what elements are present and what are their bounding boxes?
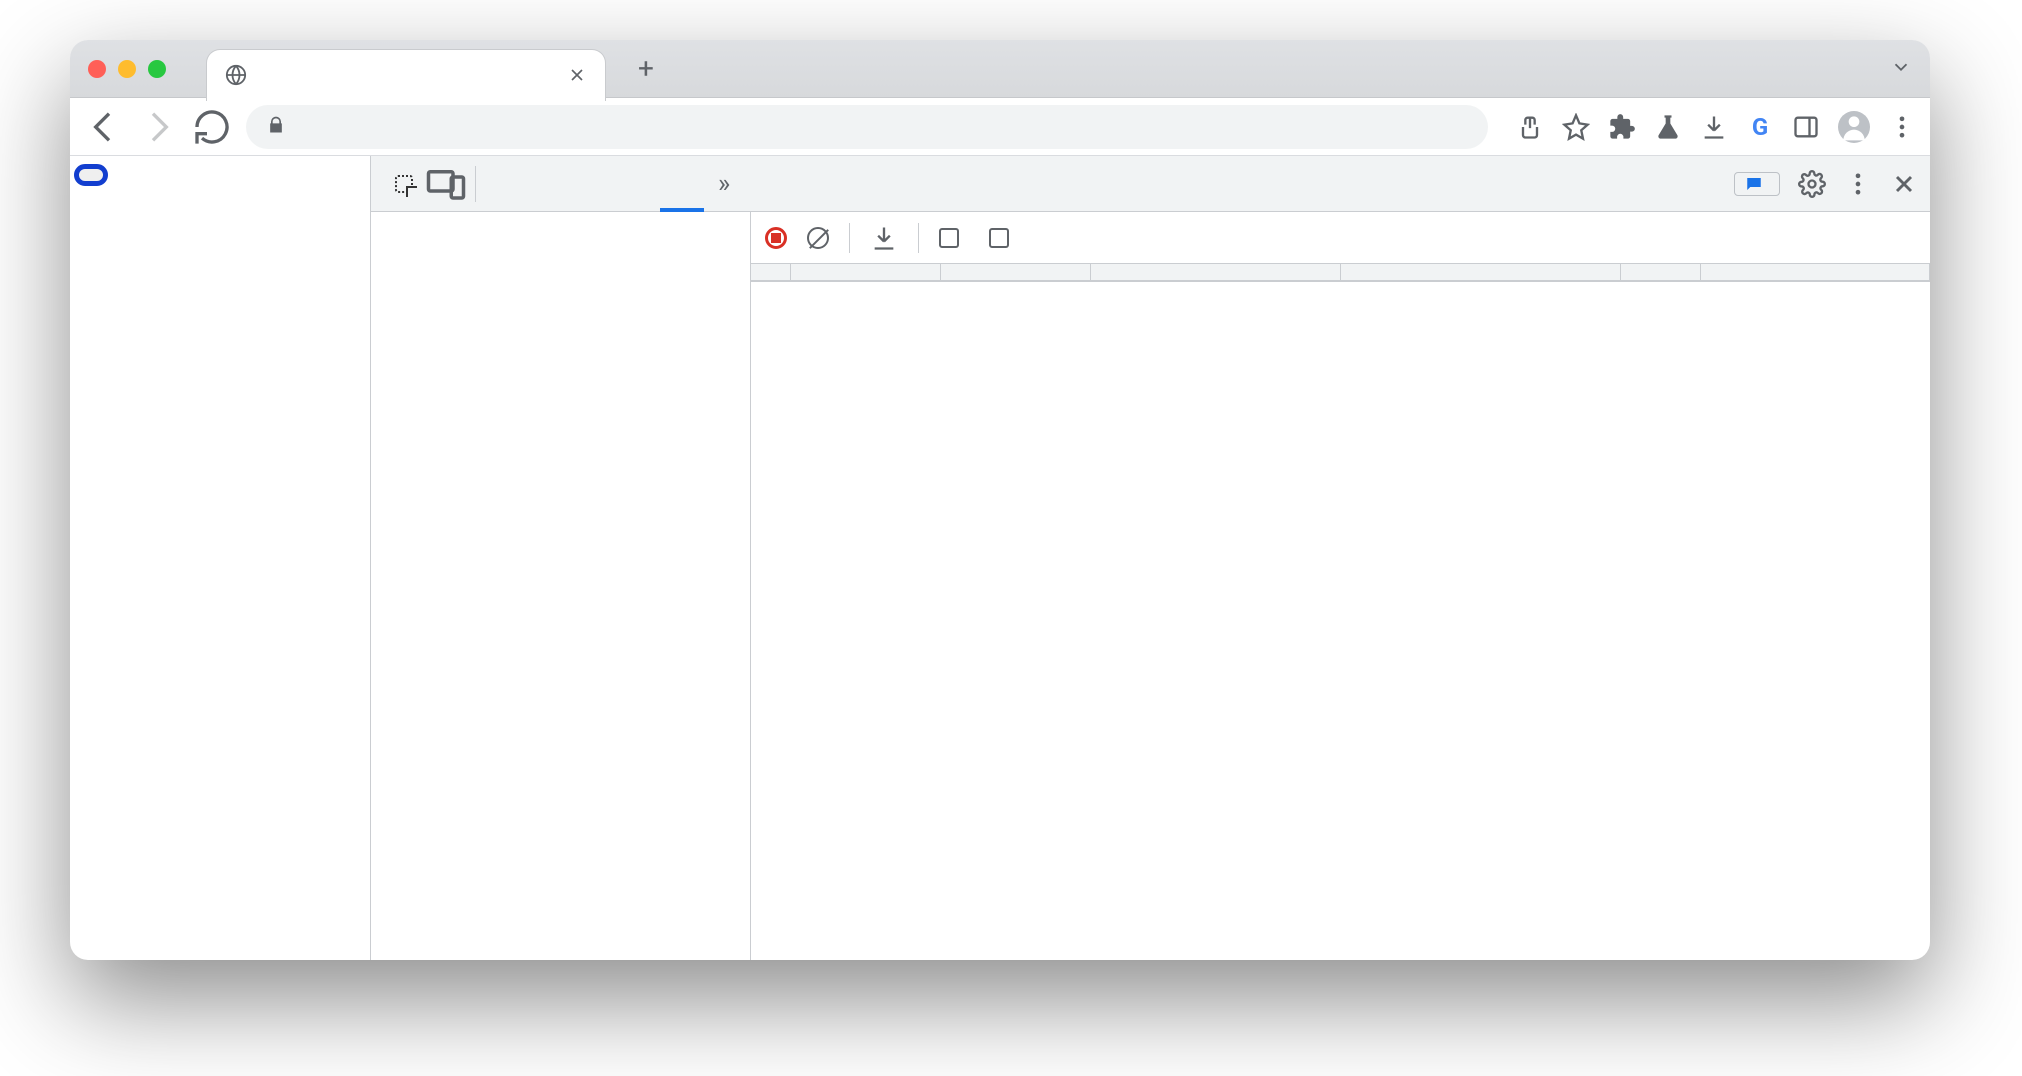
profile-avatar[interactable]: [1838, 111, 1870, 143]
tabs-dropdown-icon[interactable]: [1890, 56, 1912, 82]
close-window-button[interactable]: [88, 60, 106, 78]
col-storage-key[interactable]: [1341, 264, 1621, 280]
titlebar: +: [70, 40, 1930, 98]
issues-badge[interactable]: [1734, 172, 1780, 196]
kebab-menu-icon[interactable]: [1888, 113, 1916, 141]
lock-icon: [266, 115, 286, 139]
google-icon[interactable]: G: [1746, 113, 1774, 141]
tab-application[interactable]: [660, 156, 704, 212]
sidepanel-icon[interactable]: [1792, 113, 1820, 141]
events-pane: [751, 212, 1930, 960]
devtools-menu-icon[interactable]: [1844, 170, 1872, 198]
address-bar: G: [70, 98, 1930, 156]
download-icon[interactable]: [1700, 113, 1728, 141]
settings-icon[interactable]: [1798, 170, 1826, 198]
reload-button[interactable]: [192, 107, 232, 147]
browser-tab[interactable]: [206, 49, 606, 101]
application-sidebar: [371, 212, 751, 960]
close-devtools-icon[interactable]: [1890, 170, 1918, 198]
content-row: »: [70, 156, 1930, 960]
events-toolbar: [751, 212, 1930, 264]
record-button[interactable]: [765, 227, 787, 249]
save-icon[interactable]: [870, 224, 898, 252]
tab-sources[interactable]: [572, 156, 616, 212]
back-button[interactable]: [84, 107, 124, 147]
devtools-body: [371, 212, 1930, 960]
share-icon[interactable]: [1516, 113, 1544, 141]
inspect-icon[interactable]: [383, 163, 425, 205]
progress-text: [76, 203, 364, 291]
forward-button[interactable]: [138, 107, 178, 147]
omnibox[interactable]: [246, 105, 1488, 149]
flask-icon[interactable]: [1654, 113, 1682, 141]
tab-console[interactable]: [528, 156, 572, 212]
minimize-window-button[interactable]: [118, 60, 136, 78]
page-content: [70, 156, 370, 960]
col-event[interactable]: [941, 264, 1091, 280]
browser-window: + G: [70, 40, 1930, 960]
store-assets-button[interactable]: [74, 164, 108, 186]
divider: [849, 223, 850, 253]
divider: [918, 223, 919, 253]
col-index[interactable]: [751, 264, 791, 280]
maximize-window-button[interactable]: [148, 60, 166, 78]
new-tab-button[interactable]: +: [628, 51, 664, 87]
clear-button[interactable]: [807, 227, 829, 249]
extensions-icon[interactable]: [1608, 113, 1636, 141]
star-icon[interactable]: [1562, 113, 1590, 141]
sidebar-heading: [379, 224, 744, 238]
tab-network[interactable]: [616, 156, 660, 212]
globe-icon: [225, 64, 247, 86]
more-tabs-icon[interactable]: »: [704, 169, 744, 199]
close-tab-icon[interactable]: [567, 65, 587, 85]
device-mode-icon[interactable]: [425, 163, 467, 205]
devtools: »: [370, 156, 1930, 960]
devtools-tabbar: »: [371, 156, 1930, 212]
tab-elements[interactable]: [484, 156, 528, 212]
event-detail: [751, 281, 1930, 314]
col-s[interactable]: [1621, 264, 1701, 280]
checkbox-show-from[interactable]: [989, 228, 1019, 248]
table-header: [751, 264, 1930, 281]
col-timestamp[interactable]: [791, 264, 941, 280]
toolbar-right: G: [1516, 111, 1916, 143]
checkbox-other-domains[interactable]: [939, 228, 969, 248]
window-controls: [88, 60, 166, 78]
col-instance[interactable]: [1701, 264, 1930, 280]
events-table: [751, 264, 1930, 281]
col-origin[interactable]: [1091, 264, 1341, 280]
